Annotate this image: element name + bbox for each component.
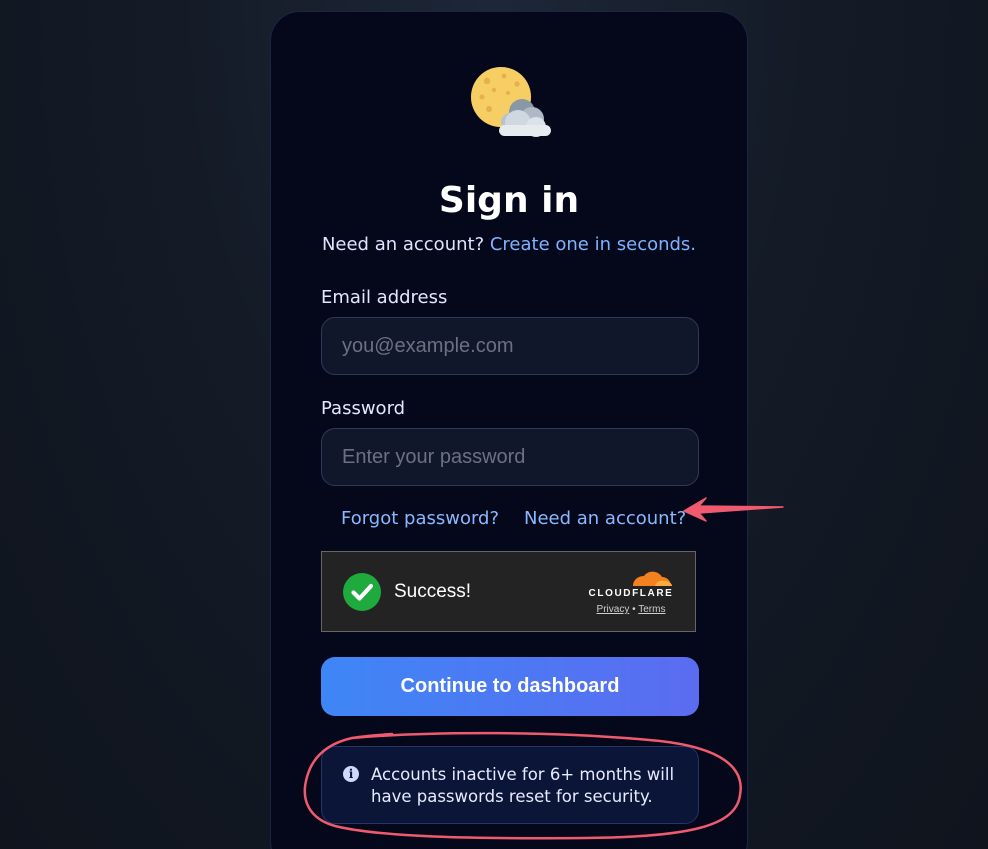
cloudflare-brand: CLOUDFLARE: [588, 588, 674, 599]
email-label: Email address: [321, 287, 448, 308]
security-notice-text: Accounts inactive for 6+ months will hav…: [371, 765, 675, 806]
need-account-link[interactable]: Need an account?: [524, 506, 686, 532]
create-account-link[interactable]: Create one in seconds.: [490, 234, 696, 255]
auth-links: Forgot password? Need an account?: [271, 506, 747, 532]
password-field[interactable]: [321, 428, 699, 486]
security-notice: i Accounts inactive for 6+ months will h…: [321, 746, 699, 824]
checkmark-circle-icon: [343, 573, 381, 611]
signup-prompt: Need an account? Create one in seconds.: [271, 233, 747, 257]
signup-prompt-text: Need an account?: [321, 234, 485, 255]
email-field[interactable]: [321, 317, 699, 375]
continue-button[interactable]: Continue to dashboard: [321, 657, 699, 716]
moon-behind-cloud-icon: [471, 67, 551, 137]
cloudflare-captcha-widget[interactable]: Success! CLOUDFLARE Privacy • Terms: [321, 551, 696, 632]
captcha-status-text: Success!: [394, 581, 472, 602]
privacy-link[interactable]: Privacy: [597, 604, 630, 615]
legal-separator: •: [632, 604, 636, 615]
forgot-password-link[interactable]: Forgot password?: [341, 506, 499, 532]
info-icon: i: [343, 766, 359, 782]
captcha-legal-links: Privacy • Terms: [584, 604, 678, 616]
terms-link[interactable]: Terms: [638, 604, 665, 615]
password-label: Password: [321, 398, 406, 419]
signin-card: Sign in Need an account? Create one in s…: [270, 11, 748, 849]
page-title: Sign in: [438, 180, 580, 221]
